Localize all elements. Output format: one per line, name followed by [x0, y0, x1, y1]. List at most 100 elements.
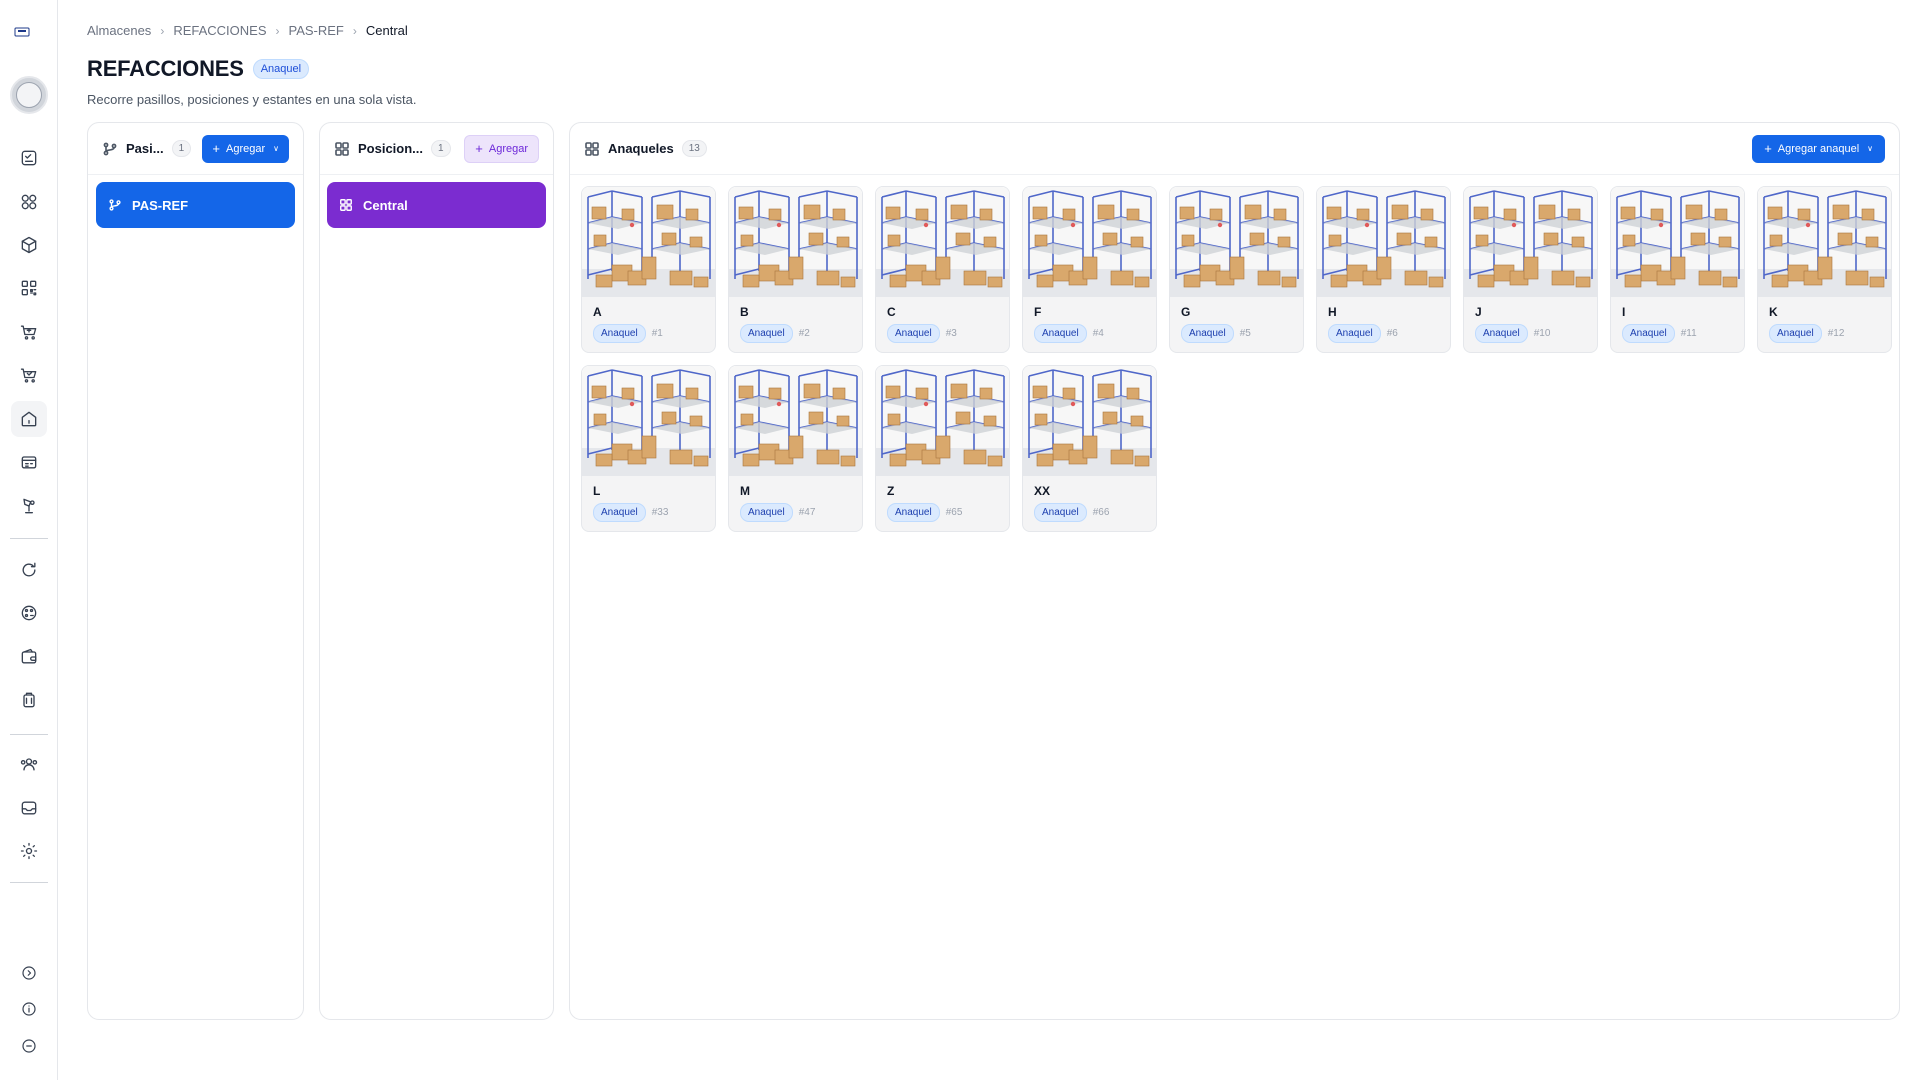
posicion-item-label: Central [363, 197, 408, 213]
cart-icon[interactable] [11, 314, 47, 350]
breadcrumb-item[interactable]: REFACCIONES [173, 23, 266, 38]
shelf-card[interactable]: M Anaquel #47 [728, 365, 863, 532]
cart-check-icon[interactable] [11, 357, 47, 393]
shelf-name: XX [1034, 484, 1051, 498]
plus-icon: + [475, 141, 483, 156]
shelf-type-badge: Anaquel [1622, 324, 1675, 343]
shelf-card[interactable]: XX Anaquel #66 [1022, 365, 1157, 532]
shelf-type-badge: Anaquel [887, 503, 940, 522]
shelf-card[interactable]: I Anaquel #11 [1610, 186, 1745, 353]
register-icon[interactable] [11, 444, 47, 480]
qr-icon[interactable] [11, 270, 47, 306]
shelf-image [1758, 187, 1891, 297]
shelf-name: Z [887, 484, 895, 498]
anaqueles-header: Anaqueles 13 + Agregar anaquel ∨ [570, 123, 1899, 175]
add-pasillo-label: Agregar [226, 142, 266, 155]
page-subtitle: Recorre pasillos, posiciones y estantes … [87, 92, 417, 107]
shelf-meta: Anaquel #3 [887, 324, 957, 343]
pasillo-item[interactable]: PAS-REF [96, 182, 295, 228]
minus-icon[interactable] [11, 1028, 47, 1064]
inbox-icon[interactable] [11, 790, 47, 826]
shelf-card[interactable]: L Anaquel #33 [581, 365, 716, 532]
shelf-number: #33 [651, 507, 669, 518]
shelf-card[interactable]: C Anaquel #3 [875, 186, 1010, 353]
plus-icon: + [1764, 141, 1772, 156]
shelf-meta: Anaquel #33 [593, 503, 668, 522]
shelf-meta: Anaquel #65 [887, 503, 962, 522]
shelf-meta: Anaquel #47 [740, 503, 815, 522]
posicion-item[interactable]: Central [327, 182, 546, 228]
shelf-meta: Anaquel #10 [1475, 324, 1550, 343]
palette-icon[interactable] [11, 595, 47, 631]
shelf-type-badge: Anaquel [1034, 503, 1087, 522]
add-anaquel-label: Agregar anaquel [1777, 142, 1860, 155]
shelf-number: #6 [1386, 328, 1398, 339]
warehouse-icon[interactable] [11, 401, 47, 437]
add-posicion-label: Agregar [488, 142, 528, 155]
shelf-card[interactable]: A Anaquel #1 [581, 186, 716, 353]
shelf-card[interactable]: G Anaquel #5 [1169, 186, 1304, 353]
shelf-type-badge: Anaquel [1181, 324, 1234, 343]
sidebar-divider [10, 882, 48, 883]
shelf-number: #11 [1680, 328, 1697, 339]
shelf-card[interactable]: H Anaquel #6 [1316, 186, 1451, 353]
shelf-card[interactable]: Z Anaquel #65 [875, 365, 1010, 532]
shelf-card[interactable]: K Anaquel #12 [1757, 186, 1892, 353]
pasillos-panel: Pasi... 1 + Agregar ∨ PAS-REF [87, 122, 304, 1020]
grid-icon [340, 199, 352, 211]
shelf-type-badge: Anaquel [1475, 324, 1528, 343]
shelf-grid: A Anaquel #1 B Anaquel #2 C Anaquel #3 F… [581, 186, 1892, 532]
shelf-type-badge: Anaquel [593, 503, 646, 522]
refresh-icon[interactable] [11, 552, 47, 588]
shelf-card[interactable]: F Anaquel #4 [1022, 186, 1157, 353]
shelf-type-badge: Anaquel [740, 324, 793, 343]
grid-icon[interactable] [11, 184, 47, 220]
shelf-image [729, 187, 862, 297]
shelf-image [1611, 187, 1744, 297]
shelf-meta: Anaquel #5 [1181, 324, 1251, 343]
anaqueles-count: 13 [681, 140, 707, 157]
branch-icon [102, 141, 118, 157]
shelf-image [1170, 187, 1303, 297]
add-posicion-button[interactable]: + Agregar [464, 134, 539, 163]
shelf-number: #1 [651, 328, 663, 339]
shelf-name: B [740, 305, 749, 319]
luggage-icon[interactable] [11, 682, 47, 718]
shelf-meta: Anaquel #6 [1328, 324, 1398, 343]
shelf-meta: Anaquel #1 [593, 324, 663, 343]
shelf-number: #65 [945, 507, 963, 518]
breadcrumb-item[interactable]: PAS-REF [289, 23, 344, 38]
chevron-right-icon: › [160, 23, 165, 38]
users-icon[interactable] [11, 746, 47, 782]
checklist-icon[interactable] [11, 140, 47, 176]
sidebar-divider [10, 734, 48, 735]
wallet-icon[interactable] [11, 639, 47, 675]
pasillos-title: Pasi... [126, 141, 164, 156]
shelf-type-badge: Anaquel [1034, 324, 1087, 343]
box-icon[interactable] [11, 227, 47, 263]
add-pasillo-button[interactable]: + Agregar ∨ [202, 134, 289, 163]
logo-icon[interactable] [14, 26, 30, 38]
shelf-name: K [1769, 305, 1778, 319]
shelf-image [582, 366, 715, 476]
breadcrumb-current: Central [365, 23, 408, 38]
shelf-card[interactable]: B Anaquel #2 [728, 186, 863, 353]
shelf-meta: Anaquel #11 [1622, 324, 1697, 343]
expand-icon[interactable] [11, 955, 47, 991]
posiciones-panel: Posicion... 1 + Agregar Central [319, 122, 554, 1020]
shelf-image [1023, 366, 1156, 476]
pasillos-header: Pasi... 1 + Agregar ∨ [88, 123, 303, 175]
shelf-type-badge: Anaquel [887, 324, 940, 343]
anaqueles-panel: Anaqueles 13 + Agregar anaquel ∨ A Anaqu… [569, 122, 1900, 1020]
info-icon[interactable] [11, 991, 47, 1027]
shelf-card[interactable]: J Anaquel #10 [1463, 186, 1598, 353]
avatar[interactable] [10, 76, 48, 114]
truck-icon[interactable] [11, 488, 47, 524]
shelf-type-badge: Anaquel [593, 324, 646, 343]
chevron-down-icon: ∨ [1867, 144, 1873, 153]
chevron-down-icon: ∨ [273, 144, 279, 153]
breadcrumb-item[interactable]: Almacenes [87, 23, 151, 38]
pasillos-count: 1 [171, 140, 192, 157]
gear-icon[interactable] [11, 833, 47, 869]
add-anaquel-button[interactable]: + Agregar anaquel ∨ [1752, 134, 1885, 163]
